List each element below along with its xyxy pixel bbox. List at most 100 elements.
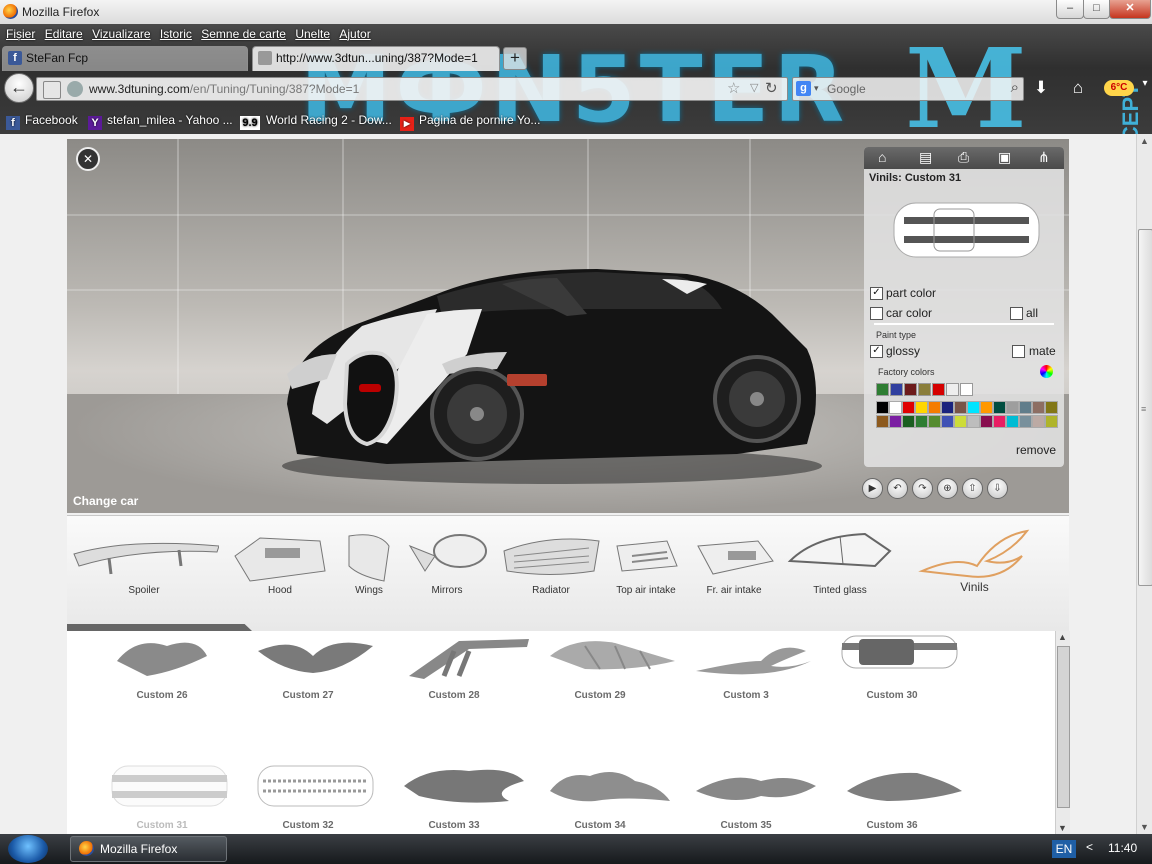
- part-radiator[interactable]: Radiator: [499, 516, 603, 631]
- part-vinils[interactable]: Vinils: [917, 516, 1032, 631]
- palette-color-swatch[interactable]: [980, 401, 993, 414]
- remove-vinyl-button[interactable]: remove: [1016, 443, 1056, 457]
- rotate-right-button[interactable]: ↷: [912, 478, 933, 499]
- scroll-thumb[interactable]: [1057, 646, 1070, 808]
- bookmark-yahoo[interactable]: Ystefan_milea - Yahoo ...: [88, 111, 233, 130]
- palette-color-swatch[interactable]: [902, 415, 915, 428]
- factory-color-swatch[interactable]: [890, 383, 903, 396]
- palette-color-swatch[interactable]: [1032, 415, 1045, 428]
- palette-color-swatch[interactable]: [980, 415, 993, 428]
- vinyl-item[interactable]: Custom 27: [243, 631, 373, 701]
- palette-color-swatch[interactable]: [902, 401, 915, 414]
- part-color-checkbox[interactable]: ✓: [870, 287, 883, 300]
- mate-checkbox[interactable]: [1012, 345, 1025, 358]
- palette-color-swatch[interactable]: [1045, 401, 1058, 414]
- change-car-link[interactable]: Change car: [73, 494, 138, 508]
- rotate-left-button[interactable]: ↶: [887, 478, 908, 499]
- scroll-down-icon[interactable]: ▼: [1058, 823, 1067, 833]
- palette-color-swatch[interactable]: [915, 415, 928, 428]
- part-spoiler[interactable]: Spoiler: [69, 516, 219, 631]
- menu-file[interactable]: Fișier: [6, 27, 35, 41]
- start-button[interactable]: [8, 835, 48, 863]
- play-rotate-button[interactable]: ▶: [862, 478, 883, 499]
- google-engine-icon[interactable]: g: [796, 81, 811, 96]
- part-hood[interactable]: Hood: [230, 516, 330, 631]
- show-hidden-icons-button[interactable]: <: [1086, 840, 1093, 854]
- close-window-button[interactable]: ✕: [1109, 0, 1151, 19]
- palette-color-swatch[interactable]: [954, 415, 967, 428]
- palette-color-swatch[interactable]: [1006, 401, 1019, 414]
- vinyl-item[interactable]: Custom 36: [827, 761, 962, 831]
- factory-color-swatch[interactable]: [960, 383, 973, 396]
- tab-3dtuning[interactable]: http://www.3dtun...uning/387?Mode=1: [252, 46, 500, 71]
- palette-color-swatch[interactable]: [941, 401, 954, 414]
- tab-groups-icon[interactable]: [43, 81, 61, 99]
- vinyl-item[interactable]: Custom 33: [389, 761, 524, 831]
- language-indicator[interactable]: EN: [1052, 840, 1076, 858]
- search-icon[interactable]: ⌕: [1011, 79, 1019, 96]
- palette-color-swatch[interactable]: [1019, 401, 1032, 414]
- bookmark-facebook[interactable]: f Facebook: [6, 111, 78, 130]
- palette-color-swatch[interactable]: [889, 401, 902, 414]
- menu-bookmarks[interactable]: Semne de carte: [201, 27, 286, 41]
- reload-icon[interactable]: ↻: [765, 79, 778, 97]
- bookmark-star-icon[interactable]: ☆: [727, 79, 740, 97]
- palette-color-swatch[interactable]: [915, 401, 928, 414]
- bookmark-world-racing[interactable]: World Racing 2 - Dow...: [266, 111, 392, 129]
- vinyl-item[interactable]: Custom 29: [535, 631, 675, 701]
- palette-color-swatch[interactable]: [928, 415, 941, 428]
- factory-color-swatch[interactable]: [946, 383, 959, 396]
- palette-color-swatch[interactable]: [967, 415, 980, 428]
- engine-dropdown-icon[interactable]: ▾: [814, 83, 819, 94]
- part-front-air-intake[interactable]: Fr. air intake: [693, 516, 775, 631]
- glossy-checkbox[interactable]: ✓: [870, 345, 883, 358]
- vinyl-item[interactable]: Custom 26: [97, 631, 227, 701]
- toolbar-overflow-icon[interactable]: ▾: [1134, 78, 1152, 98]
- menu-help[interactable]: Ajutor: [339, 27, 370, 41]
- taskbar-firefox-button[interactable]: Mozilla Firefox: [70, 836, 227, 862]
- taskbar-clock[interactable]: 11:40: [1108, 841, 1137, 855]
- camera-icon[interactable]: ▣: [998, 149, 1011, 166]
- palette-color-swatch[interactable]: [1045, 415, 1058, 428]
- car-color-checkbox[interactable]: [870, 307, 883, 320]
- home-icon[interactable]: ⌂: [1067, 78, 1089, 98]
- palette-color-swatch[interactable]: [1032, 401, 1045, 414]
- palette-color-swatch[interactable]: [941, 415, 954, 428]
- scroll-down-icon[interactable]: ▼: [1140, 822, 1149, 832]
- scroll-up-icon[interactable]: ▲: [1140, 136, 1149, 146]
- part-wings[interactable]: Wings: [339, 516, 399, 631]
- part-tinted-glass[interactable]: Tinted glass: [785, 516, 895, 631]
- print-icon[interactable]: ⎙: [958, 149, 969, 166]
- palette-color-swatch[interactable]: [876, 415, 889, 428]
- minimize-button[interactable]: –: [1056, 0, 1084, 19]
- scroll-up-icon[interactable]: ▲: [1058, 632, 1067, 642]
- zoom-button[interactable]: ⊕: [937, 478, 958, 499]
- menu-history[interactable]: Istoric: [160, 27, 192, 41]
- all-checkbox[interactable]: [1010, 307, 1023, 320]
- page-scrollbar[interactable]: ▲ ≡ ▼: [1136, 134, 1152, 834]
- tab-facebook[interactable]: f SteFan Fcp: [2, 46, 248, 71]
- vinyl-item[interactable]: Custom 32: [243, 761, 374, 831]
- vinyl-item[interactable]: Custom 31: [97, 761, 228, 831]
- paint-roller-icon[interactable]: ▤: [919, 149, 932, 166]
- bookmark-99[interactable]: 9.9: [240, 111, 265, 130]
- vinyl-item[interactable]: Custom 30: [827, 631, 958, 701]
- vinyl-item[interactable]: Custom 3: [681, 631, 811, 701]
- palette-color-swatch[interactable]: [889, 415, 902, 428]
- color-wheel-icon[interactable]: [1040, 365, 1053, 378]
- url-text[interactable]: www.3dtuning.com/en/Tuning/Tuning/387?Mo…: [89, 82, 359, 96]
- palette-color-swatch[interactable]: [967, 401, 980, 414]
- lower-button[interactable]: ⇩: [987, 478, 1008, 499]
- vinyl-item[interactable]: Custom 34: [535, 761, 670, 831]
- palette-color-swatch[interactable]: [876, 401, 889, 414]
- home-icon[interactable]: ⌂: [878, 149, 886, 165]
- bookmark-youtube[interactable]: ▶ Pagina de pornire Yo...: [400, 111, 540, 131]
- palette-color-swatch[interactable]: [993, 415, 1006, 428]
- palette-color-swatch[interactable]: [954, 401, 967, 414]
- weather-icon[interactable]: 6°C: [1104, 80, 1134, 96]
- factory-color-swatch[interactable]: [876, 383, 889, 396]
- menu-edit[interactable]: Editare: [45, 27, 83, 41]
- search-bar[interactable]: g ▾ Google ⌕: [792, 77, 1024, 101]
- factory-color-swatch[interactable]: [932, 383, 945, 396]
- vinyl-gallery-scrollbar[interactable]: ▲ ▼: [1055, 631, 1070, 834]
